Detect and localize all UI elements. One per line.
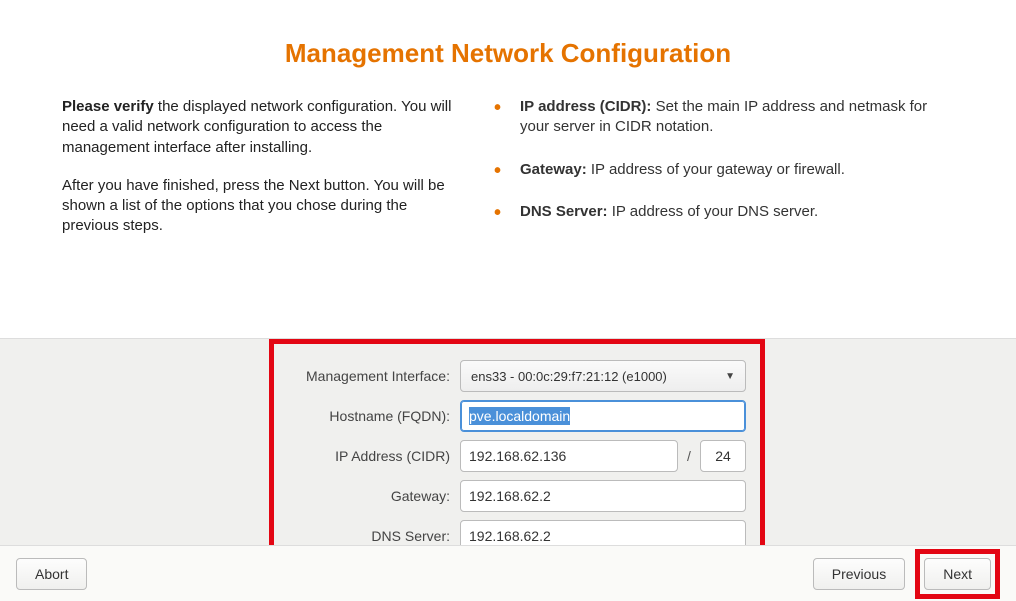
next-button[interactable]: Next — [924, 558, 991, 590]
bullet-gateway: Gateway: IP address of your gateway or f… — [492, 160, 954, 180]
bullet-ip: IP address (CIDR): Set the main IP addre… — [492, 97, 954, 138]
dns-label: DNS Server: — [288, 528, 460, 544]
row-mgmt-interface: Management Interface: ens33 - 00:0c:29:f… — [288, 360, 746, 392]
ip-value: 192.168.62.136 — [469, 448, 566, 464]
abort-button[interactable]: Abort — [16, 558, 87, 590]
row-gateway: Gateway: 192.168.62.2 — [288, 480, 746, 512]
cidr-input[interactable]: 24 — [700, 440, 746, 472]
gateway-value: 192.168.62.2 — [469, 488, 551, 504]
cidr-slash: / — [684, 448, 694, 464]
button-bar: Abort Previous Next — [0, 545, 1016, 601]
description-area: Please verify the displayed network conf… — [0, 97, 1016, 255]
mgmt-interface-value: ens33 - 00:0c:29:f7:21:12 (e1000) — [471, 369, 667, 384]
row-hostname: Hostname (FQDN): pve.localdomain — [288, 400, 746, 432]
page-title: Management Network Configuration — [0, 0, 1016, 97]
gateway-input[interactable]: 192.168.62.2 — [460, 480, 746, 512]
row-ip: IP Address (CIDR) 192.168.62.136 / 24 — [288, 440, 746, 472]
cidr-value: 24 — [715, 448, 731, 464]
next-button-highlight: Next — [915, 549, 1000, 599]
after-paragraph: After you have finished, press the Next … — [62, 176, 462, 237]
hostname-value: pve.localdomain — [469, 407, 570, 425]
chevron-down-icon: ▼ — [725, 371, 735, 382]
ip-label: IP Address (CIDR) — [288, 448, 460, 464]
previous-button[interactable]: Previous — [813, 558, 905, 590]
hostname-input[interactable]: pve.localdomain — [460, 400, 746, 432]
form-area: Management Interface: ens33 - 00:0c:29:f… — [0, 338, 1016, 562]
gateway-label: Gateway: — [288, 488, 460, 504]
bullet-dns-rest: IP address of your DNS server. — [608, 203, 819, 220]
left-column: Please verify the displayed network conf… — [62, 97, 462, 255]
bullet-gateway-strong: Gateway: — [520, 161, 587, 178]
bullet-dns: DNS Server: IP address of your DNS serve… — [492, 202, 954, 222]
mgmt-interface-label: Management Interface: — [288, 368, 460, 384]
bullet-ip-strong: IP address (CIDR): — [520, 98, 651, 115]
ip-input[interactable]: 192.168.62.136 — [460, 440, 678, 472]
bullet-dns-strong: DNS Server: — [520, 203, 608, 220]
verify-paragraph: Please verify the displayed network conf… — [62, 97, 462, 158]
mgmt-interface-dropdown[interactable]: ens33 - 00:0c:29:f7:21:12 (e1000) ▼ — [460, 360, 746, 392]
verify-strong: Please verify — [62, 98, 154, 115]
hostname-label: Hostname (FQDN): — [288, 408, 460, 424]
bullet-gateway-rest: IP address of your gateway or firewall. — [587, 161, 845, 178]
dns-value: 192.168.62.2 — [469, 528, 551, 544]
right-column: IP address (CIDR): Set the main IP addre… — [492, 97, 954, 255]
network-form-highlight: Management Interface: ens33 - 00:0c:29:f… — [269, 339, 765, 557]
